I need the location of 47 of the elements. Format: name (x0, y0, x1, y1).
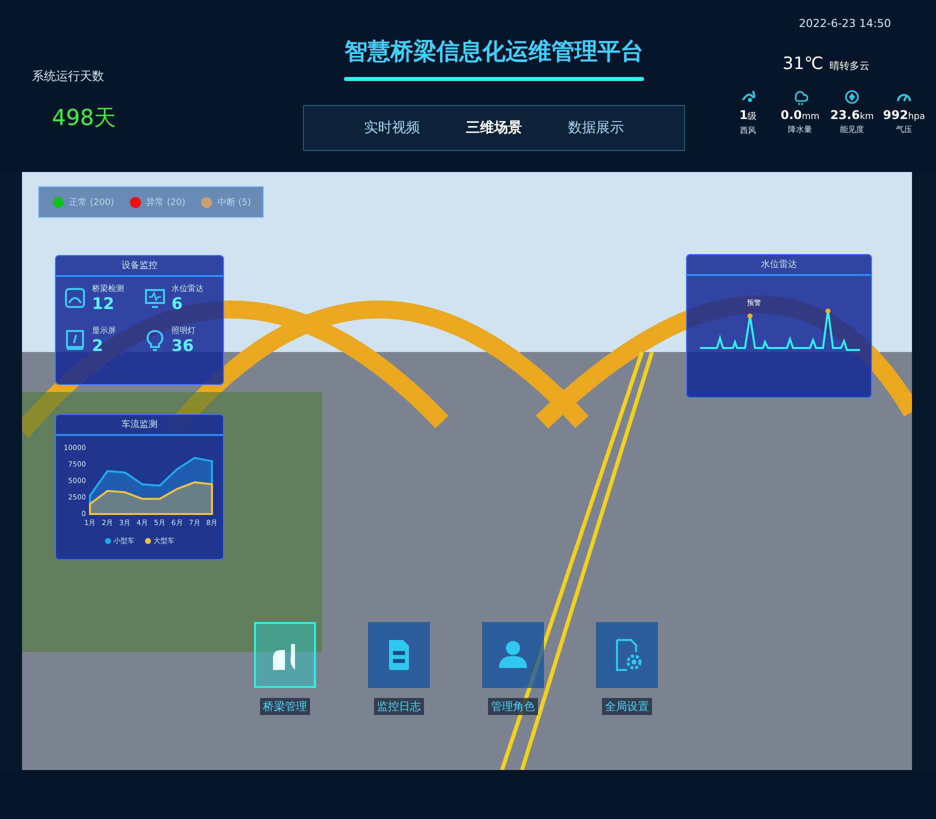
runtime-label: 系统运行天数 (32, 68, 105, 85)
stat-label: 气压 (896, 124, 912, 135)
tab[interactable]: 三维场景 (466, 119, 522, 137)
weather-condition: 晴转多云 (829, 60, 870, 73)
panel-title: 设备监控 (56, 256, 223, 277)
legend-dot (144, 538, 150, 544)
stat-label: 西风 (740, 125, 756, 136)
device-label: 水位雷达 (172, 283, 204, 294)
device-label: 照明灯 (172, 325, 196, 336)
legend-label: 中断 (5) (217, 196, 252, 208)
tab[interactable]: 实时视频 (364, 119, 420, 137)
device-count: 12 (92, 294, 116, 313)
action-tile[interactable] (596, 622, 658, 688)
panel-title: 水位雷达 (687, 255, 871, 276)
device-count: 2 (92, 336, 104, 355)
stat-value: 992 hpa (883, 108, 925, 122)
action-tile[interactable] (482, 622, 544, 688)
action-label[interactable]: 全局设置 (602, 698, 652, 715)
light-bulb-icon (144, 329, 166, 351)
legend-dot (104, 538, 110, 544)
device-label: 桥梁检测 (92, 283, 124, 294)
stat-label: 能见度 (840, 124, 864, 135)
platform-title: 智慧桥梁信息化运维管理平台 (344, 38, 644, 67)
panel-title: 车流监测 (56, 415, 223, 436)
diamond-circle-icon (844, 88, 860, 106)
action-label[interactable]: 管理角色 (488, 698, 538, 715)
action-tile[interactable] (254, 622, 316, 688)
action-label[interactable]: 桥梁管理 (260, 698, 310, 715)
device-label: 显示屏 (92, 325, 116, 336)
monitor-icon (144, 287, 166, 309)
legend-label: 正常 (200) (69, 196, 114, 208)
stat-value: 1级 (739, 108, 757, 123)
runtime-value: 498天 (51, 105, 117, 133)
bridge-icon (64, 287, 86, 309)
tab[interactable]: 数据展示 (568, 119, 624, 137)
action-label[interactable]: 监控日志 (374, 698, 424, 715)
stat-value: 23.6km (830, 108, 874, 122)
action-tile[interactable] (368, 622, 430, 688)
temperature: 31℃ (782, 54, 824, 74)
display-icon (64, 329, 86, 351)
datetime: 2022-6-23 14:50 (798, 17, 891, 30)
stat-label: 降水量 (788, 124, 812, 135)
rain-cloud-icon (792, 88, 808, 106)
legend-label: 异常 (20) (146, 196, 186, 208)
device-count: 36 (172, 336, 195, 355)
stat-value: 0.0mm (780, 108, 820, 122)
device-count: 6 (172, 294, 184, 313)
